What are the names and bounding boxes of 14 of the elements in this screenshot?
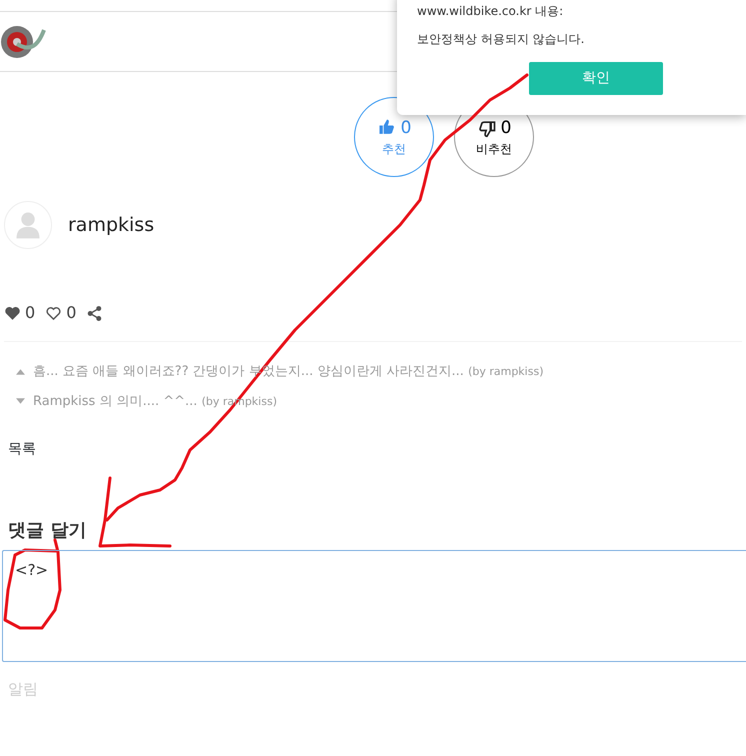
heart-outline-icon[interactable] bbox=[45, 304, 62, 322]
dialog-message: 보안정책상 허용되지 않습니다. bbox=[417, 31, 586, 48]
heart-icon[interactable] bbox=[4, 304, 21, 322]
caret-down-icon bbox=[16, 398, 25, 404]
comment-heading: 댓글 달기 bbox=[7, 520, 88, 542]
share-icon[interactable] bbox=[86, 304, 104, 322]
dialog-origin: www.wildbike.co.kr 내용: bbox=[417, 3, 564, 20]
author-name[interactable]: rampkiss bbox=[68, 210, 154, 240]
list-link[interactable]: 목록 bbox=[8, 441, 36, 457]
reaction-count: 0 bbox=[25, 302, 36, 324]
caret-up-icon bbox=[16, 368, 25, 375]
avatar-icon bbox=[4, 201, 52, 249]
reaction-count: 0 bbox=[66, 302, 76, 324]
comment-field[interactable]: <?> bbox=[2, 550, 746, 662]
